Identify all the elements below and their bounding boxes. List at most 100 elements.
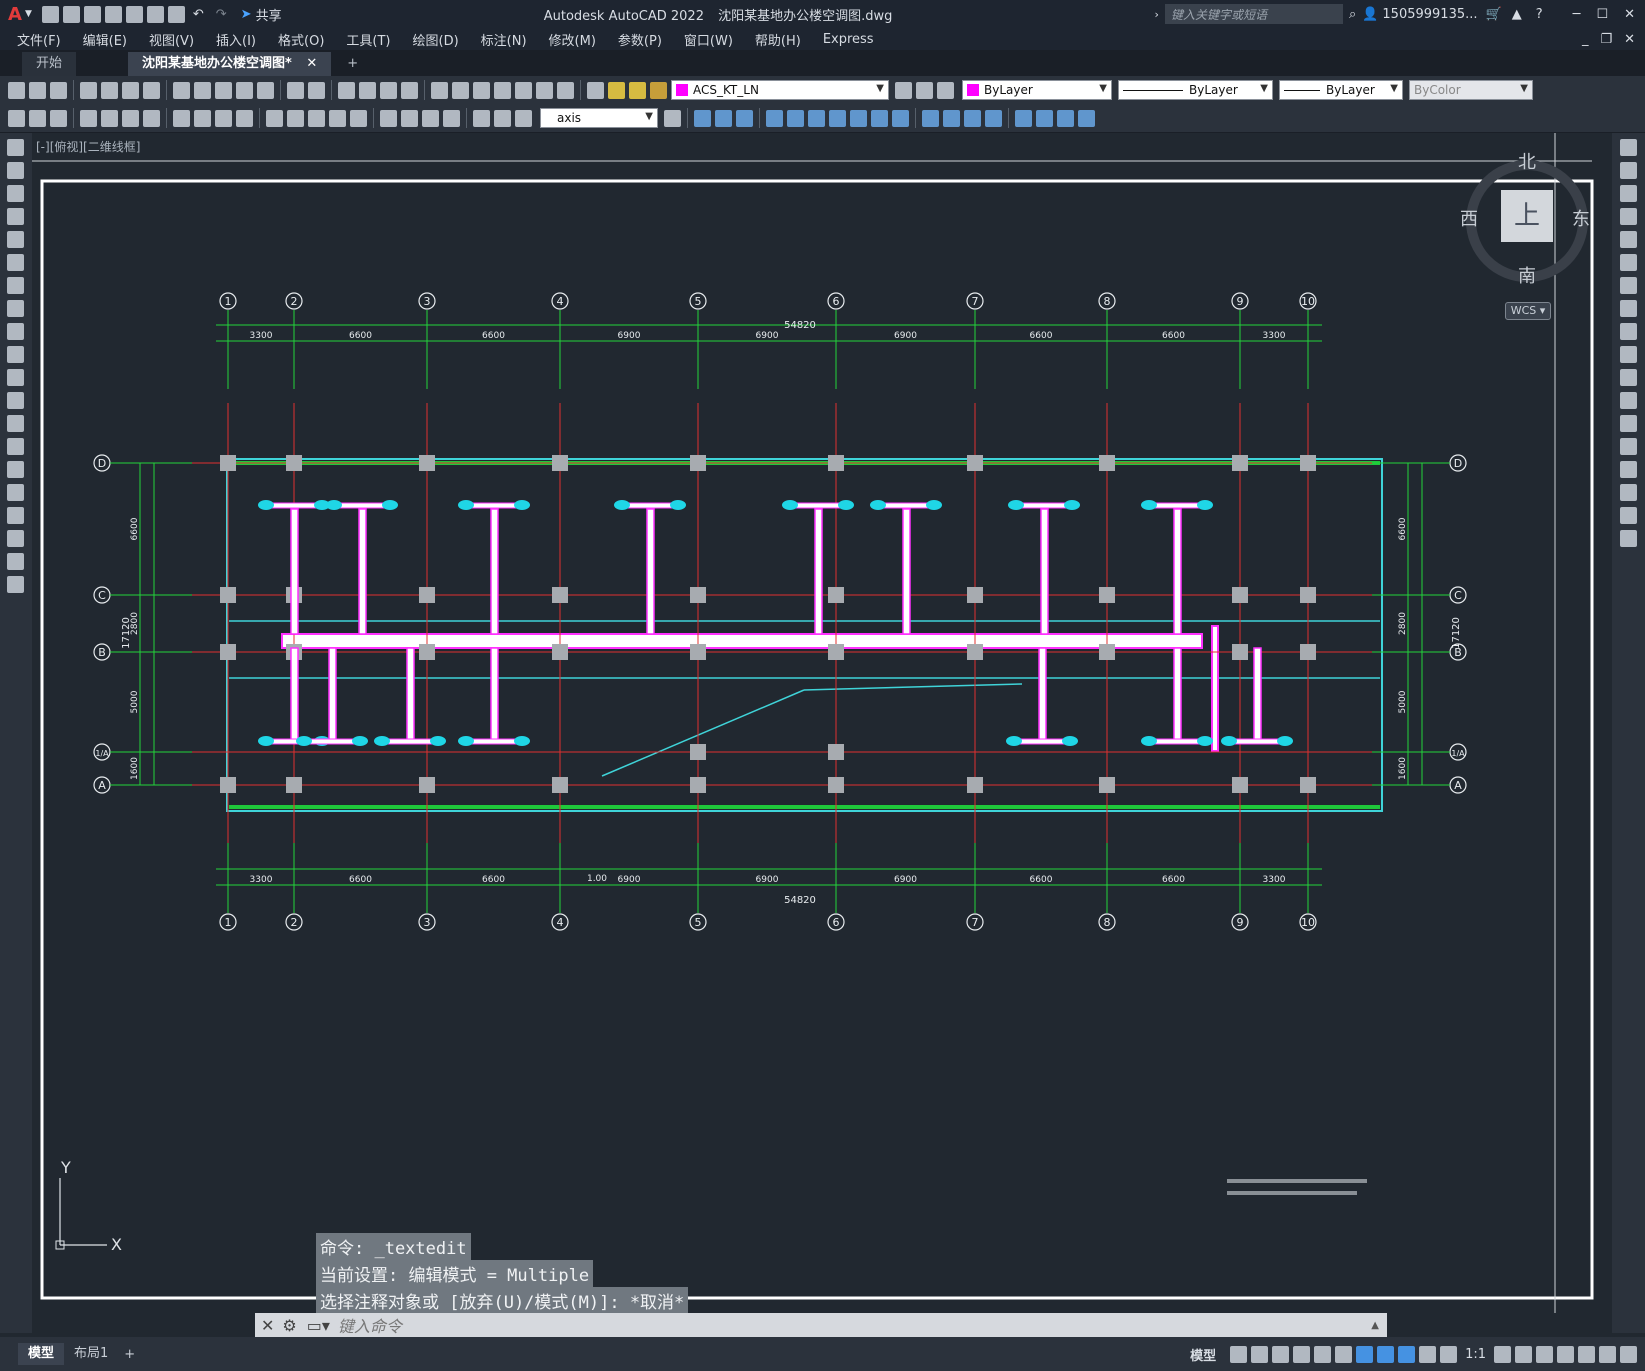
radius-dim-icon[interactable]: [173, 109, 190, 127]
arc-length-icon[interactable]: [122, 109, 139, 127]
markup-icon[interactable]: [515, 81, 532, 99]
polar-icon[interactable]: [1293, 1345, 1311, 1363]
wrench-icon[interactable]: ⚙: [282, 1316, 296, 1335]
angular-dim-icon[interactable]: [236, 109, 253, 127]
plot-icon[interactable]: [167, 5, 185, 23]
compass-east[interactable]: 东: [1572, 205, 1590, 231]
help-icon[interactable]: ?: [1536, 7, 1543, 22]
stretch-icon[interactable]: [1620, 323, 1637, 340]
lineweight-icon[interactable]: [1377, 1345, 1395, 1363]
dim-update-icon[interactable]: [515, 109, 532, 127]
stretch-icon[interactable]: [871, 109, 888, 127]
viewcube-top-face[interactable]: 上: [1501, 190, 1553, 242]
compass-south[interactable]: 南: [1518, 262, 1536, 288]
extend-icon[interactable]: [1620, 369, 1637, 386]
tab-model[interactable]: 模型: [18, 1343, 65, 1365]
lengthen-icon[interactable]: [1078, 109, 1095, 127]
fillet-icon[interactable]: [1620, 484, 1637, 501]
new-tab-button[interactable]: +: [333, 52, 372, 76]
bulb-on-icon[interactable]: [608, 81, 625, 99]
point-icon[interactable]: [7, 438, 24, 455]
plot-icon[interactable]: [80, 81, 97, 99]
sun-icon[interactable]: [629, 81, 646, 99]
drawing-canvas[interactable]: 1 1 2 2 3 3 4 4 5 5 6 6 7 7 8 8 9 9 10 10 D D C C B B 1/A 1/A A A 330…: [32, 133, 1612, 1333]
menu-dimension[interactable]: 标注(N): [470, 30, 538, 49]
menu-draw[interactable]: 绘图(D): [402, 30, 470, 49]
autocad-logo-icon[interactable]: A: [8, 4, 22, 25]
cart-icon[interactable]: 🛒: [1486, 7, 1502, 22]
diameter-dim-icon[interactable]: [215, 109, 232, 127]
add-selected-icon[interactable]: [7, 576, 24, 593]
menu-edit[interactable]: 编辑(E): [72, 30, 138, 49]
break-icon[interactable]: [943, 109, 960, 127]
mirror-icon[interactable]: [1620, 185, 1637, 202]
menu-express[interactable]: Express: [812, 32, 885, 47]
scale-icon[interactable]: [850, 109, 867, 127]
join-icon[interactable]: [1620, 438, 1637, 455]
block-editor-icon[interactable]: [257, 81, 274, 99]
match-properties-icon[interactable]: [236, 81, 253, 99]
menu-insert[interactable]: 插入(I): [205, 30, 267, 49]
break-at-point-icon[interactable]: [1620, 392, 1637, 409]
maximize-icon[interactable]: ☐: [1596, 7, 1608, 22]
ellipse-icon[interactable]: [7, 346, 24, 363]
modify-icon[interactable]: [8, 109, 25, 127]
jogged-dim-icon[interactable]: [194, 109, 211, 127]
add-layout-icon[interactable]: +: [124, 1347, 135, 1362]
polygon-icon[interactable]: [7, 208, 24, 225]
rotate-icon[interactable]: [808, 109, 825, 127]
jogged-linear-icon[interactable]: [443, 109, 460, 127]
web-save-icon[interactable]: [146, 5, 164, 23]
save-as-icon[interactable]: [104, 5, 122, 23]
menu-tools[interactable]: 工具(T): [335, 30, 401, 49]
polyline-icon[interactable]: [7, 185, 24, 202]
trim-icon[interactable]: [892, 109, 909, 127]
circle-icon[interactable]: [7, 277, 24, 294]
menu-help[interactable]: 帮助(H): [744, 30, 812, 49]
compass-west[interactable]: 西: [1460, 205, 1478, 231]
line-icon[interactable]: [7, 139, 24, 156]
zoom-previous-icon[interactable]: [401, 81, 418, 99]
save-icon[interactable]: [83, 5, 101, 23]
baseline-dim-icon[interactable]: [287, 109, 304, 127]
workspace-gear-icon[interactable]: [1494, 1345, 1511, 1363]
snap-icon[interactable]: [1251, 1345, 1269, 1363]
command-prompt-icon[interactable]: ▭▾: [307, 1316, 330, 1335]
tab-start[interactable]: 开始: [22, 52, 77, 76]
autodesk-app-icon[interactable]: ▲: [1512, 7, 1522, 22]
annotation-visibility-icon[interactable]: [1398, 1345, 1416, 1363]
close-icon[interactable]: ✕: [1624, 7, 1635, 22]
dim-space-icon[interactable]: [329, 109, 346, 127]
tab-close-icon[interactable]: ✕: [306, 56, 317, 71]
zoom-realtime-icon[interactable]: [359, 81, 376, 99]
doc-close-icon[interactable]: ✕: [1624, 32, 1635, 47]
chamfer-icon[interactable]: [985, 109, 1002, 127]
annotation-scale-value[interactable]: 1:1: [1465, 1347, 1486, 1362]
chamfer-icon[interactable]: [1620, 461, 1637, 478]
move-icon[interactable]: [1620, 254, 1637, 271]
copy-object-icon[interactable]: [694, 109, 711, 127]
linear-dim-icon[interactable]: [80, 109, 97, 127]
search-icon[interactable]: ⌕: [1349, 7, 1356, 22]
trim-icon[interactable]: [1620, 346, 1637, 363]
paste-icon[interactable]: [215, 81, 232, 99]
compass-north[interactable]: 北: [1518, 148, 1536, 174]
lock-icon[interactable]: [650, 81, 667, 99]
qnew-icon[interactable]: [8, 81, 25, 99]
mirror-icon[interactable]: [715, 109, 732, 127]
share-button[interactable]: 共享: [256, 5, 282, 24]
break-icon[interactable]: [1620, 415, 1637, 432]
scale-icon[interactable]: [1620, 300, 1637, 317]
pan-icon[interactable]: [338, 81, 355, 99]
cut-icon[interactable]: [173, 81, 190, 99]
blend-curves-icon[interactable]: [1620, 507, 1637, 524]
menu-parametric[interactable]: 参数(P): [607, 30, 673, 49]
layer-states-icon[interactable]: [937, 81, 954, 99]
fillet-icon[interactable]: [1015, 109, 1032, 127]
insert-icon[interactable]: [50, 109, 67, 127]
preview-icon[interactable]: [101, 81, 118, 99]
user-name[interactable]: 1505999135...: [1382, 7, 1477, 22]
join-icon[interactable]: [964, 109, 981, 127]
save-icon[interactable]: [50, 81, 67, 99]
chevron-down-icon[interactable]: ▼: [25, 9, 32, 19]
